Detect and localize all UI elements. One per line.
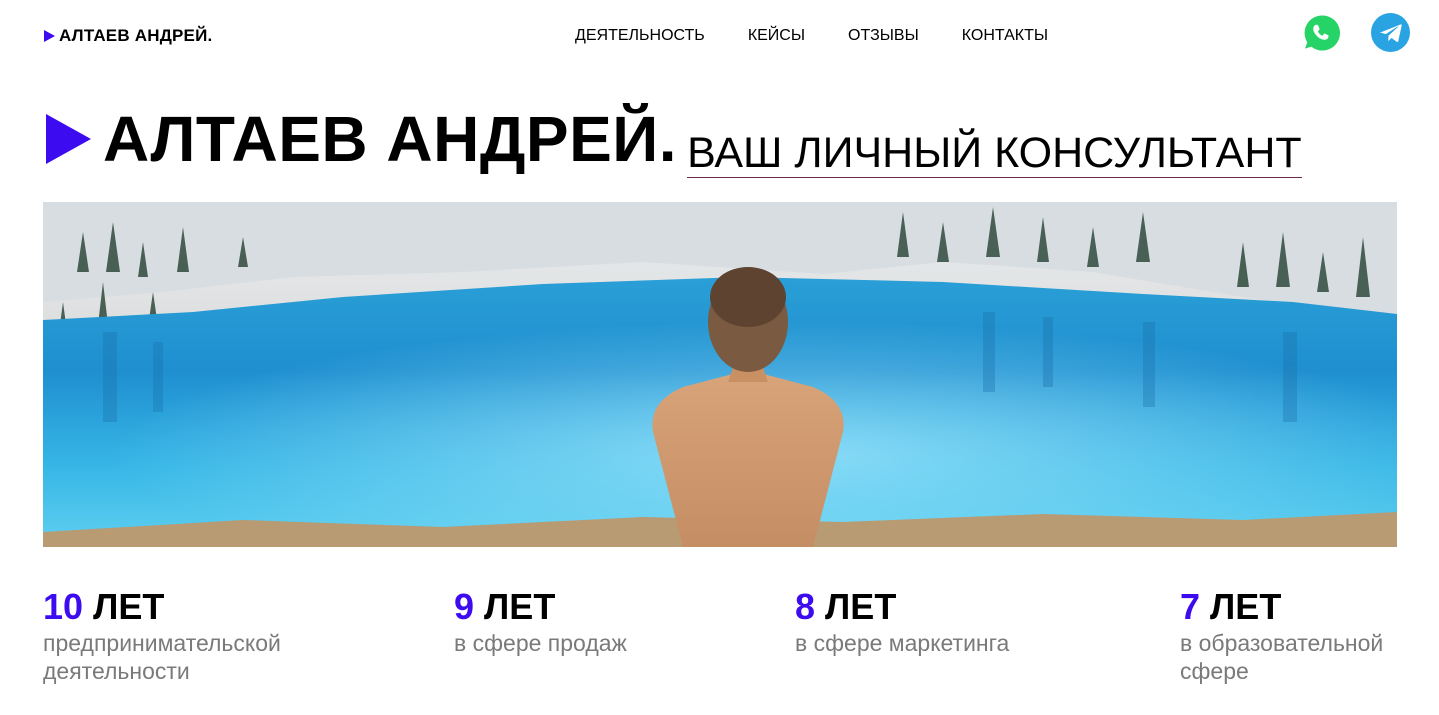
logo-text: АЛТАЕВ АНДРЕЙ.: [59, 26, 213, 45]
nav-item-cases[interactable]: КЕЙСЫ: [748, 27, 805, 45]
stat-item: 9 ЛЕТ в сфере продаж: [454, 588, 714, 657]
stat-item: 10 ЛЕТ предпринимательской деятельности: [43, 588, 313, 685]
nav-item-contacts[interactable]: КОНТАКТЫ: [962, 27, 1048, 45]
nav-item-reviews[interactable]: ОТЗЫВЫ: [848, 27, 919, 45]
hero-subtitle-link[interactable]: ВАШ ЛИЧНЫЙ КОНСУЛЬТАНТ: [687, 131, 1302, 178]
nav-item-activity[interactable]: ДЕЯТЕЛЬНОСТЬ: [575, 27, 705, 45]
stat-unit: ЛЕТ: [825, 586, 897, 627]
lake-landscape-image: [43, 202, 1397, 547]
stat-unit: ЛЕТ: [484, 586, 556, 627]
hero-name: АЛТАЕВ АНДРЕЙ.: [103, 103, 678, 175]
main-nav: ДЕЯТЕЛЬНОСТЬ КЕЙСЫ ОТЗЫВЫ КОНТАКТЫ: [575, 27, 1048, 45]
stat-description: в образовательной сфере: [1180, 630, 1384, 684]
stat-number: 10: [43, 586, 84, 627]
stat-description: в сфере маркетинга: [795, 630, 1010, 656]
stat-description: предпринимательской деятельности: [43, 630, 281, 684]
stat-unit: ЛЕТ: [1210, 586, 1282, 627]
stat-item: 8 ЛЕТ в сфере маркетинга: [795, 588, 1055, 657]
stat-number: 8: [795, 586, 816, 627]
play-triangle-icon: [44, 30, 55, 42]
stat-number: 9: [454, 586, 475, 627]
stat-unit: ЛЕТ: [93, 586, 165, 627]
whatsapp-icon: [1304, 14, 1340, 51]
telegram-icon: [1379, 23, 1402, 42]
hero-photo: [43, 202, 1397, 547]
play-triangle-icon: [46, 114, 91, 164]
telegram-button[interactable]: [1371, 13, 1410, 52]
stat-number: 7: [1180, 586, 1201, 627]
logo[interactable]: АЛТАЕВ АНДРЕЙ.: [44, 26, 212, 46]
stat-description: в сфере продаж: [454, 630, 627, 656]
site-header: АЛТАЕВ АНДРЕЙ. ДЕЯТЕЛЬНОСТЬ КЕЙСЫ ОТЗЫВЫ…: [0, 0, 1439, 72]
stat-item: 7 ЛЕТ в образовательной сфере: [1180, 588, 1415, 685]
whatsapp-button[interactable]: [1303, 13, 1342, 52]
hero-heading: АЛТАЕВ АНДРЕЙ. ВАШ ЛИЧНЫЙ КОНСУЛЬТАНТ: [46, 103, 1302, 178]
